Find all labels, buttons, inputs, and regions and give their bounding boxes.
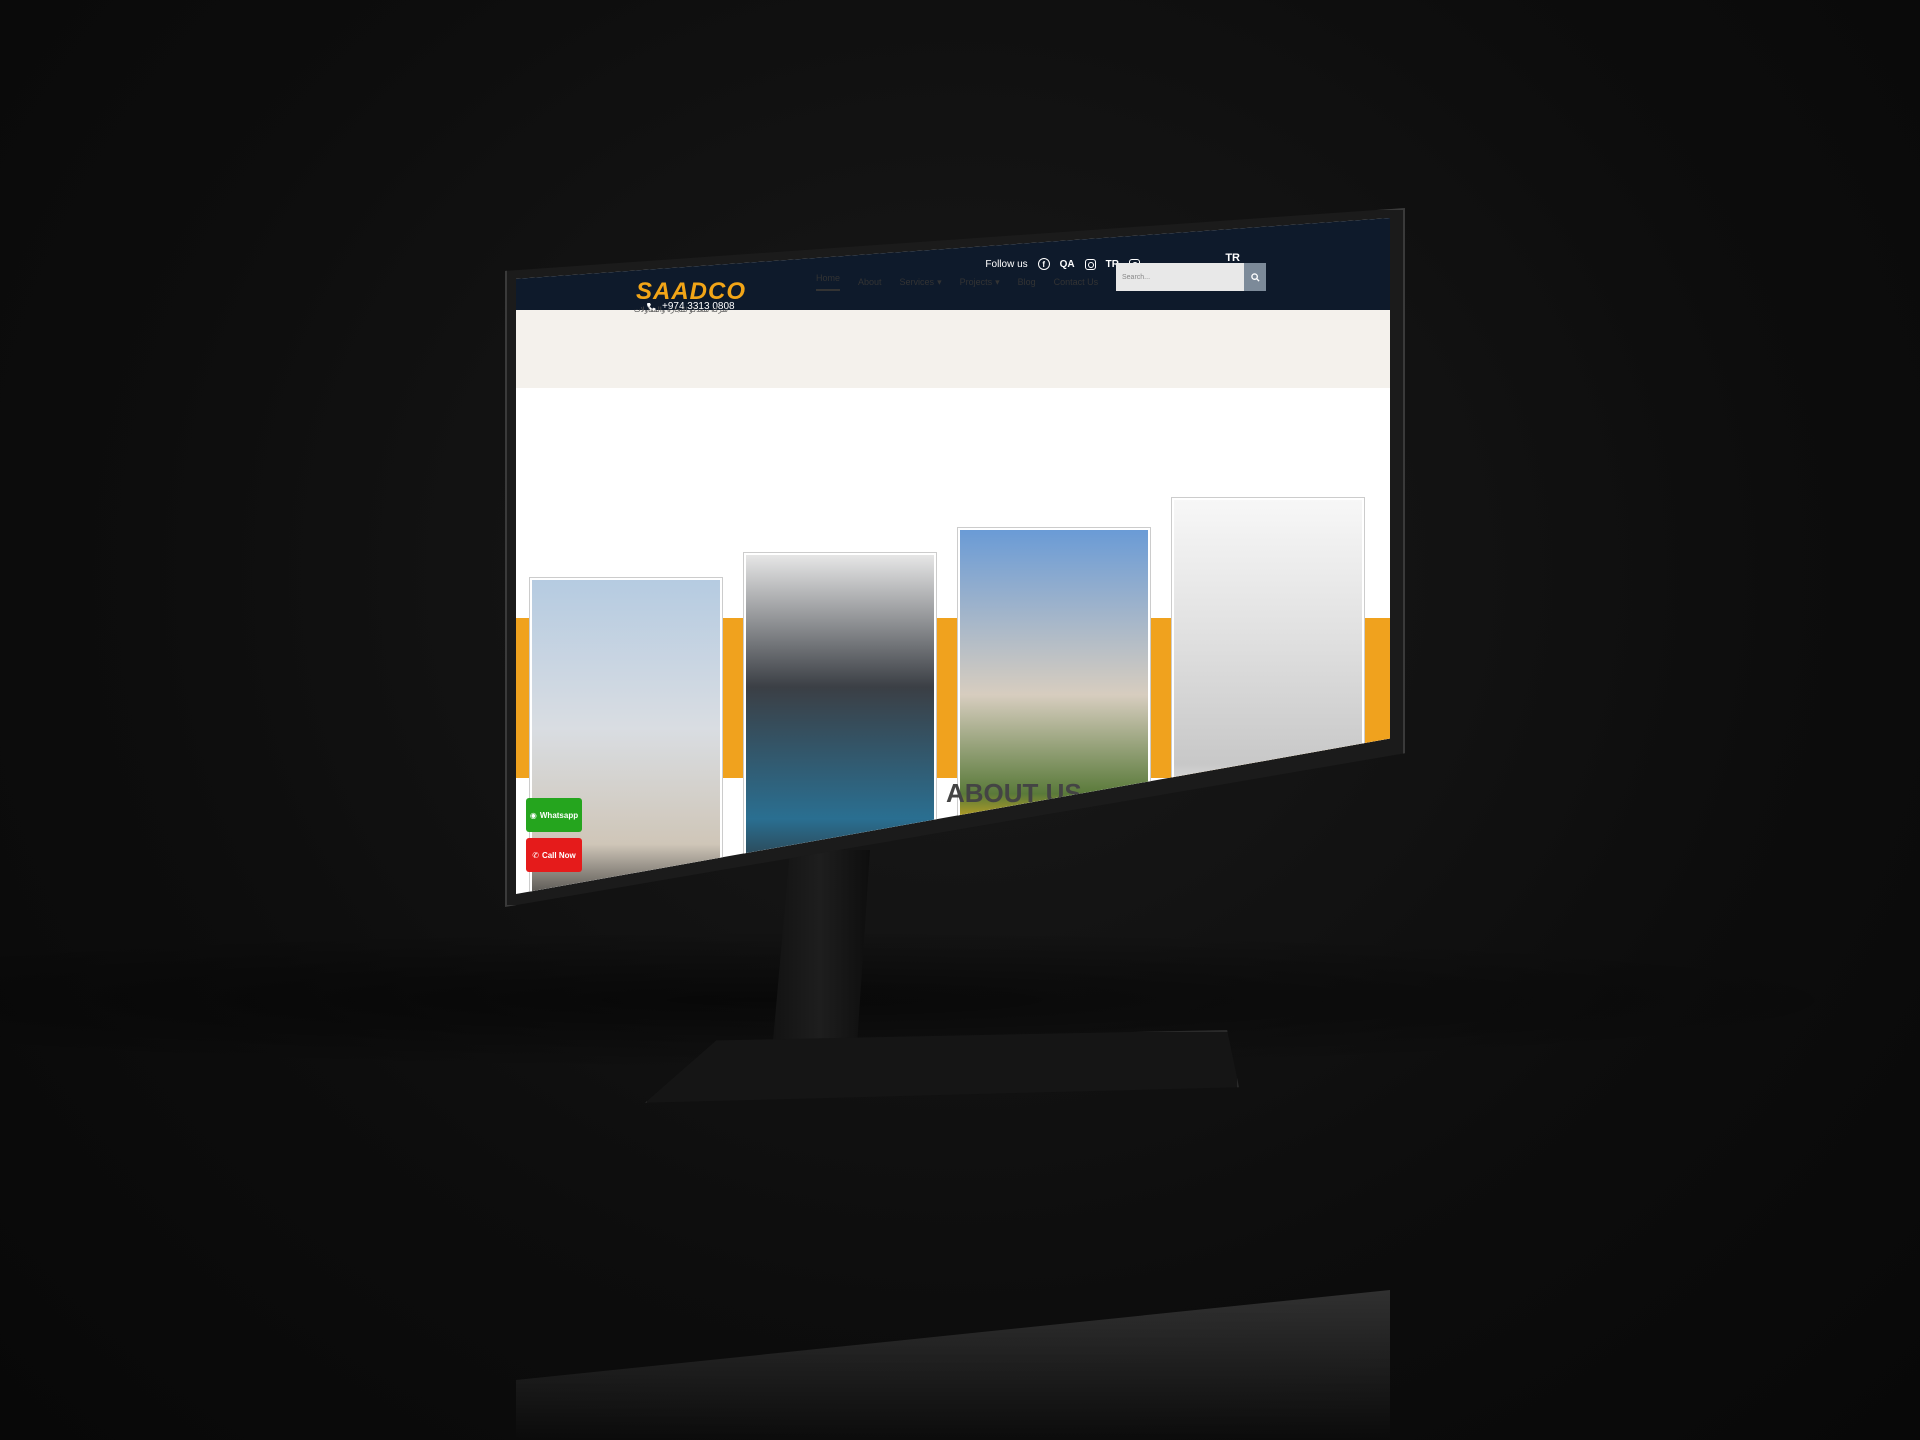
- nav-item-services[interactable]: Services ▾: [900, 273, 942, 291]
- whatsapp-button[interactable]: ◉ Whatsapp: [526, 798, 582, 832]
- instagram-icon[interactable]: [1084, 258, 1096, 270]
- nav-item-contact[interactable]: Contact Us: [1054, 273, 1099, 291]
- brand-logo[interactable]: SAADCO: [636, 278, 746, 306]
- nav-item-blog[interactable]: Blog: [1018, 273, 1036, 291]
- follow-label: Follow us: [985, 258, 1028, 270]
- nav-bar: [516, 310, 1390, 400]
- nav-item-label: Services: [899, 277, 935, 287]
- facebook-icon[interactable]: f: [1037, 258, 1050, 270]
- phone-icon: ✆: [532, 850, 539, 860]
- search-button[interactable]: [1244, 263, 1266, 291]
- whatsapp-label: Whatsapp: [539, 810, 579, 820]
- website-screen: Follow us f QA TR TR +974 3313 0808 SAAD…: [516, 218, 1390, 894]
- nav-item-about[interactable]: About: [858, 273, 882, 291]
- lang-qa[interactable]: QA: [1060, 259, 1075, 270]
- nav-item-label: Projects: [959, 277, 993, 287]
- floor-reflection: [516, 1290, 1390, 1440]
- nav-item-label: Blog: [1017, 277, 1036, 287]
- nav-item-projects[interactable]: Projects ▾: [960, 273, 1000, 291]
- scene: Follow us f QA TR TR +974 3313 0808 SAAD…: [0, 0, 1920, 1440]
- call-now-label: Call Now: [541, 850, 576, 860]
- nav-item-label: Contact Us: [1053, 277, 1099, 287]
- search-placeholder: Search...: [1122, 273, 1151, 281]
- brand-logo-subtitle: شركة سعدكو للتجارة والمقاولات: [634, 307, 728, 314]
- search-icon: [1250, 272, 1260, 282]
- chevron-down-icon: ▾: [995, 276, 1000, 287]
- main-nav: Home About Services ▾ Projects ▾ Blog Co…: [816, 273, 1098, 291]
- call-now-button[interactable]: ✆ Call Now: [526, 838, 582, 872]
- nav-item-label: Home: [816, 273, 841, 283]
- nav-item-home[interactable]: Home: [816, 273, 841, 291]
- search-input[interactable]: Search...: [1116, 263, 1244, 291]
- chevron-down-icon: ▾: [937, 276, 942, 287]
- hero-section: [516, 388, 1390, 894]
- whatsapp-icon: ◉: [529, 810, 537, 820]
- nav-item-label: About: [858, 277, 882, 287]
- monitor-stand-base: [645, 1030, 1239, 1103]
